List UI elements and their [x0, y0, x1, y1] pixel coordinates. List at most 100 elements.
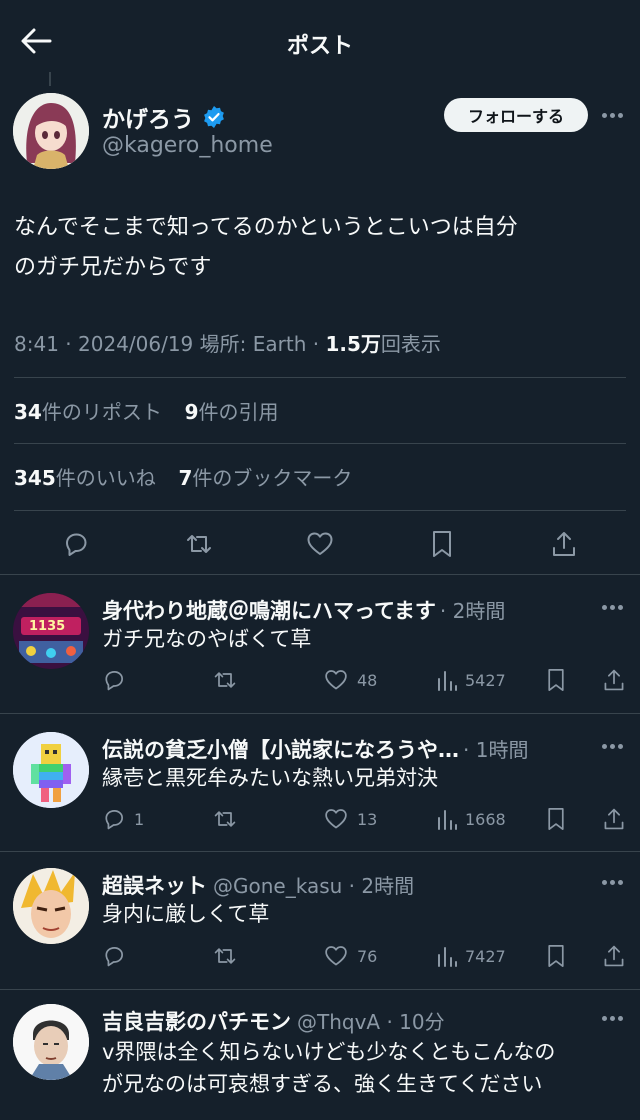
views-icon [438, 671, 457, 691]
reply-item[interactable]: 伝説の貧乏小僧【小説家になろうや… · 1時間 縁壱と黒死牟みたいな熱い兄弟対決… [0, 714, 640, 851]
reply-count: 1 [134, 809, 145, 829]
reply-text: ガチ兄なのやばくて草 [102, 627, 312, 651]
repost-icon [214, 948, 236, 964]
like-button[interactable] [305, 530, 335, 558]
like-icon [325, 809, 347, 829]
reply-reply-button[interactable]: 1 [102, 807, 144, 831]
reply-more-button[interactable] [602, 605, 624, 611]
reply-like-button[interactable]: 48 [323, 668, 377, 692]
reply-icon [105, 671, 123, 691]
reply-repost-button[interactable] [212, 668, 238, 692]
reply-like-button[interactable]: 76 [323, 944, 377, 968]
reply-icon [105, 947, 123, 967]
reply-author-name[interactable]: 伝説の貧乏小僧【小説家になろうや… [102, 734, 459, 764]
reply-author-name[interactable]: 吉良吉影のパチモン [102, 1006, 291, 1036]
repost-button[interactable] [184, 530, 214, 558]
likes-stat[interactable]: 345件のいいね [14, 466, 156, 490]
bookmark-icon [548, 945, 564, 967]
reply-bookmark-button[interactable] [545, 943, 567, 969]
reply-share-button[interactable] [602, 943, 626, 969]
author-display-name[interactable]: かげろう [102, 100, 226, 134]
bookmark-button[interactable] [429, 529, 455, 559]
views-count: 1668 [465, 809, 506, 829]
reply-more-button[interactable] [602, 880, 624, 886]
bookmark-icon [433, 531, 451, 557]
reply-meta: @ThqvA · 10分 [297, 1010, 445, 1034]
reply-meta: · 1時間 [463, 738, 529, 762]
repost-icon [187, 535, 211, 553]
views-count: 7427 [465, 946, 506, 966]
repost-icon [214, 672, 236, 688]
views-count: 1.5万 [325, 332, 381, 356]
reply-author-name[interactable]: 超誤ネット [102, 870, 207, 900]
like-icon [307, 532, 333, 555]
post-date[interactable]: 2024/06/19 [78, 332, 193, 356]
reply-item[interactable]: 超誤ネット @Gone_kasu · 2時間 身内に厳しくて草 76 7427 [0, 852, 640, 989]
reply-button[interactable] [62, 530, 90, 558]
author-avatar[interactable] [13, 93, 89, 169]
bookmark-icon [548, 808, 564, 830]
share-icon [604, 808, 624, 830]
avatar[interactable] [13, 868, 89, 944]
reply-views-button[interactable]: 5427 [435, 668, 506, 692]
avatar[interactable] [13, 732, 89, 808]
quotes-stat[interactable]: 9件の引用 [185, 400, 279, 424]
views-label: 回表示 [380, 332, 441, 356]
reply-text: v界隈は全く知らないけども少なくともこんなの が兄なのは可哀想すぎる、強く生きて… [102, 1036, 555, 1100]
reply-repost-button[interactable] [212, 944, 238, 968]
author-handle[interactable]: @kagero_home [102, 133, 273, 158]
reply-icon [105, 810, 123, 830]
divider [14, 443, 626, 444]
bookmark-icon [548, 669, 564, 691]
reposts-stat[interactable]: 34件のリポスト [14, 400, 162, 424]
thread-line [49, 72, 51, 86]
post-text-line: なんでそこまで知ってるのかというとこいつは自分 [14, 215, 518, 240]
reply-more-button[interactable] [602, 744, 624, 750]
reply-views-button[interactable]: 1668 [435, 807, 506, 831]
repost-icon [214, 811, 236, 827]
views-count: 5427 [465, 670, 506, 690]
reply-like-button[interactable]: 13 [323, 807, 377, 831]
post-text: なんでそこまで知ってるのかというとこいつは自分 のガチ兄だからです [14, 208, 626, 288]
reply-text: 身内に厳しくて草 [102, 902, 270, 926]
divider [14, 377, 626, 378]
share-button[interactable] [550, 529, 578, 559]
post-metadata: 8:41 · 2024/06/19 場所: Earth · 1.5万回表示 [14, 332, 441, 356]
views-icon [438, 947, 457, 967]
reply-bookmark-button[interactable] [545, 806, 567, 832]
post-time[interactable]: 8:41 [14, 332, 59, 356]
reply-text-line: が兄なのは可哀想すぎる、強く生きてください [102, 1072, 543, 1096]
avatar[interactable]: 1135 [13, 593, 89, 669]
post-location: 場所: Earth [199, 332, 307, 356]
verified-badge-icon [204, 106, 224, 128]
avatar[interactable] [13, 1004, 89, 1080]
page-title: ポスト [286, 34, 353, 59]
reply-repost-button[interactable] [212, 807, 238, 831]
reply-share-button[interactable] [602, 806, 626, 832]
reply-views-button[interactable]: 7427 [435, 944, 506, 968]
share-icon [553, 532, 575, 556]
reply-more-button[interactable] [602, 1016, 624, 1022]
like-count: 48 [357, 670, 378, 690]
repost-stats: 34件のリポスト 9件の引用 [14, 396, 278, 425]
more-options-button[interactable] [602, 113, 624, 119]
divider [14, 510, 626, 511]
reply-reply-button[interactable] [102, 944, 134, 968]
reply-share-button[interactable] [602, 667, 626, 693]
reply-meta: · 2時間 [439, 599, 506, 623]
reply-author-name[interactable]: 身代わり地蔵＠鳴潮にハマってます [102, 595, 436, 625]
reply-item[interactable]: 1135 身代わり地蔵＠鳴潮にハマってます · 2時間 ガチ兄なのやばくて草 4… [0, 575, 640, 713]
like-icon [325, 946, 347, 966]
author-name-text: かげろう [102, 107, 194, 133]
follow-button[interactable]: フォローする [444, 98, 588, 132]
like-count: 76 [357, 946, 378, 966]
share-icon [604, 945, 624, 967]
share-icon [604, 669, 624, 691]
like-stats: 345件のいいね 7件のブックマーク [14, 462, 352, 491]
bookmarks-stat[interactable]: 7件のブックマーク [178, 466, 352, 490]
reply-reply-button[interactable] [102, 668, 134, 692]
avatar-badge-text: 1135 [29, 619, 66, 634]
reply-bookmark-button[interactable] [545, 667, 567, 693]
reply-item[interactable]: 吉良吉影のパチモン @ThqvA · 10分 v界隈は全く知らないけども少なくと… [0, 990, 640, 1120]
reply-icon [66, 533, 87, 556]
